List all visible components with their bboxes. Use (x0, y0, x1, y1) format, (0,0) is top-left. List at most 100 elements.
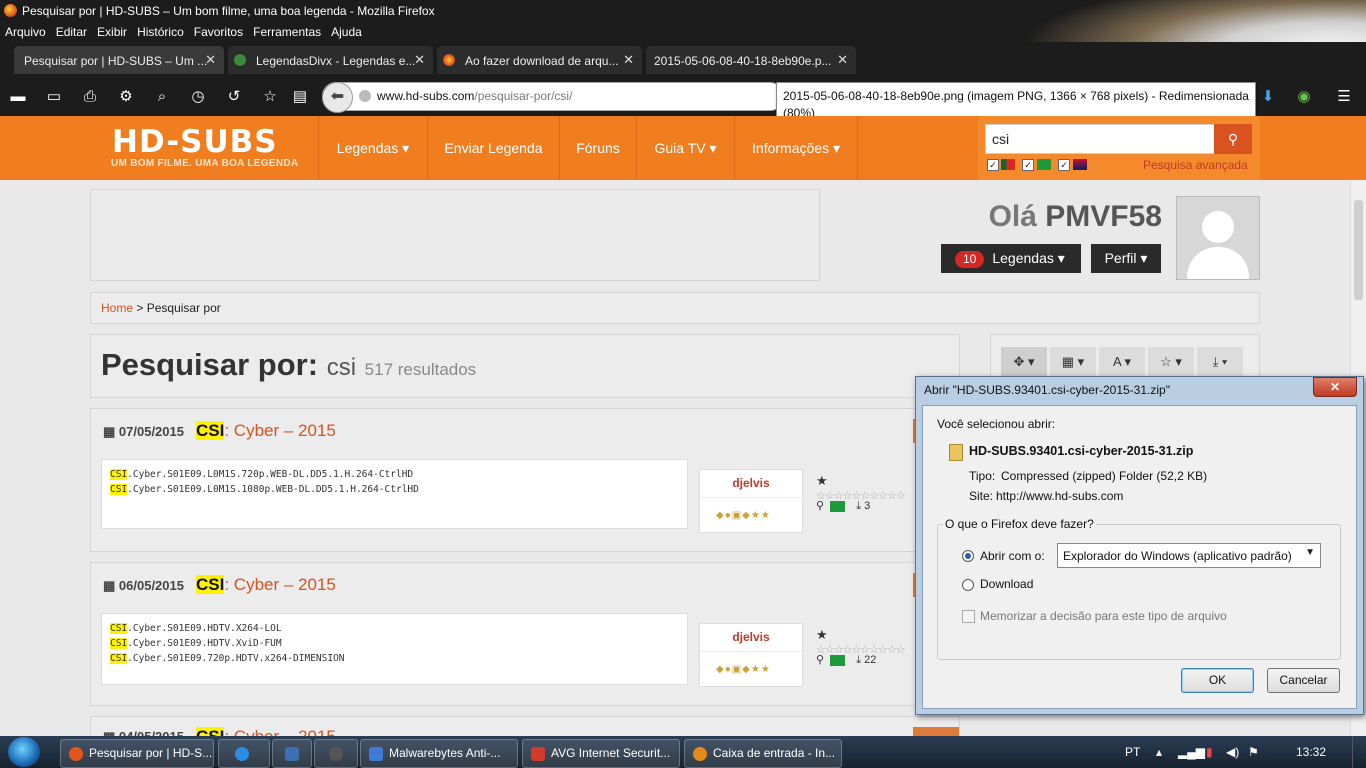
tab-download[interactable]: Ao fazer download de arqu... ✕ (437, 46, 642, 74)
release-item[interactable]: CSI.Cyber.S01E09.L0M1S.720p.WEB-DL.DD5.1… (110, 467, 679, 482)
sort-rating-tab[interactable]: ☆ ▾ (1148, 347, 1194, 377)
clock-icon[interactable]: ◷ (188, 87, 208, 107)
uploader-box: djelvis ◆●▣◆★★ (699, 623, 803, 687)
site-logo[interactable]: HD-SUBS UM BOM FILME. UMA BOA LEGENDA (108, 124, 308, 172)
close-icon[interactable]: ✕ (837, 52, 848, 68)
lang-checkbox-pt[interactable]: ✓ (987, 159, 999, 171)
addon-icon[interactable]: ◉ (1294, 87, 1314, 107)
breadcrumb-home[interactable]: Home (101, 301, 133, 315)
uploader-name[interactable]: djelvis (700, 476, 802, 490)
result-title[interactable]: CSI: Cyber – 2015 (196, 421, 336, 441)
result-card: ▦ 04/05/2015 CSI: Cyber – 2015 (90, 716, 960, 738)
medals-icons: ◆●▣◆★★ (716, 510, 771, 521)
bookmark-star-icon[interactable]: ☆ (260, 87, 280, 107)
hp-icon (329, 746, 343, 761)
battery-alert-icon[interactable]: ▮ (1206, 745, 1213, 759)
cancel-button[interactable]: Cancelar (1267, 668, 1340, 693)
taskbar-item-mailclient[interactable]: Caixa de entrada - In... (684, 739, 842, 768)
result-title[interactable]: CSI: Cyber – 2015 (196, 575, 336, 595)
sort-relevance-tab[interactable]: ✥ ▾ (1001, 347, 1047, 377)
menu-ferramentas[interactable]: Ferramentas (248, 22, 326, 39)
tab-label: 2015-05-06-08-40-18-8eb90e.p... (654, 54, 832, 68)
gear-icon[interactable]: ⚙ (116, 87, 136, 107)
tray-expand-icon[interactable]: ▴ (1156, 745, 1162, 759)
dialog-close-button[interactable]: ✕ (1313, 377, 1357, 397)
open-with-radio[interactable] (962, 550, 974, 562)
perfil-button[interactable]: Perfil ▾ (1091, 244, 1161, 273)
download-icon: ⤓ (856, 654, 862, 666)
release-item[interactable]: CSI.Cyber.S01E09.720p.HDTV.x264-DIMENSIO… (110, 651, 679, 666)
volume-icon[interactable]: ◀) (1226, 745, 1239, 759)
menu-editar[interactable]: Editar (51, 22, 92, 39)
sort-downloads-tab[interactable]: ⤓ ▾ (1197, 347, 1243, 377)
back-arrow-icon[interactable]: ⬅ (322, 82, 353, 113)
release-item[interactable]: CSI.Cyber.S01E09.HDTV.X264-LOL (110, 621, 679, 636)
taskbar-item-malwarebytes[interactable]: Malwarebytes Anti-... (360, 739, 518, 768)
nav-informacoes[interactable]: Informações ▾ (734, 116, 858, 180)
download-label[interactable]: Download (980, 577, 1033, 591)
tab-legendasdivx[interactable]: LegendasDivx - Legendas e... ✕ (228, 46, 433, 74)
legendas-button[interactable]: 10 Legendas ▾ (941, 244, 1081, 273)
tab-bar: Pesquisar por | HD-SUBS – Um ... ✕ Legen… (0, 42, 1366, 77)
taskbar-item-ie[interactable] (218, 739, 270, 768)
nav-enviar-legenda[interactable]: Enviar Legenda (427, 116, 559, 180)
open-with-select[interactable]: Explorador do Windows (aplicativo padrão… (1057, 543, 1321, 568)
menu-exibir[interactable]: Exibir (92, 22, 132, 39)
release-item[interactable]: CSI.Cyber.S01E09.L0M1S.1080p.WEB-DL.DD5.… (110, 482, 679, 497)
menu-favoritos[interactable]: Favoritos (189, 22, 248, 39)
history-icon[interactable]: ↺ (224, 87, 244, 107)
brazil-flag-icon (1037, 159, 1051, 170)
scrollbar-thumb[interactable] (1354, 200, 1363, 300)
ok-button[interactable]: OK (1181, 668, 1254, 693)
close-icon[interactable]: ✕ (414, 52, 425, 68)
taskbar-item-mail[interactable] (272, 739, 312, 768)
avatar[interactable] (1176, 196, 1260, 280)
windows-start-icon[interactable] (8, 737, 40, 767)
menu-arquivo[interactable]: Arquivo (0, 22, 51, 39)
clipboard-icon[interactable]: ▤ (290, 87, 310, 107)
advanced-search-link[interactable]: Pesquisa avançada (1143, 158, 1248, 172)
release-item[interactable]: CSI.Cyber.S01E09.HDTV.XviD-FUM (110, 636, 679, 651)
network-icon[interactable]: ▂▄▆ (1178, 745, 1205, 759)
show-desktop-button[interactable] (1352, 736, 1366, 768)
type-label: Tipo: (969, 469, 996, 483)
nav-legendas[interactable]: Legendas ▾ (318, 116, 427, 180)
download-radio[interactable] (962, 579, 974, 591)
clock[interactable]: 13:32 (1296, 745, 1326, 759)
remember-label[interactable]: Memorizar a decisão para este tipo de ar… (980, 609, 1227, 623)
remember-checkbox[interactable] (962, 610, 975, 623)
hamburger-menu-icon[interactable]: ☰ (1334, 87, 1354, 107)
mail-icon (285, 746, 299, 761)
nav-guia-tv[interactable]: Guia TV ▾ (636, 116, 734, 180)
tab-label: Pesquisar por | HD-SUBS – Um ... (24, 54, 208, 68)
search-icon[interactable]: ⌕ (152, 87, 172, 107)
taskbar-item-avg[interactable]: AVG Internet Securit... (522, 739, 680, 768)
nav-foruns[interactable]: Fóruns (559, 116, 636, 180)
address-bar[interactable]: ⬅ www.hd-subs.com/pesquisar-por/csi/ (322, 82, 784, 113)
folder-icon[interactable]: ▬ (8, 87, 28, 107)
menu-ajuda[interactable]: Ajuda (326, 22, 367, 39)
language-indicator[interactable]: PT (1125, 745, 1140, 759)
tab-pesquisar[interactable]: Pesquisar por | HD-SUBS – Um ... ✕ (14, 46, 224, 74)
close-icon[interactable]: ✕ (623, 52, 634, 68)
sort-alpha-tab[interactable]: A ▾ (1099, 347, 1145, 377)
search-value: csi (992, 131, 1010, 147)
taskbar-item-hp[interactable] (314, 739, 358, 768)
print-icon[interactable]: ⎙ (80, 87, 100, 107)
taskbar-item-firefox[interactable]: Pesquisar por | HD-S... (60, 739, 214, 768)
lang-checkbox-en[interactable]: ✓ (1058, 159, 1070, 171)
lang-checkbox-br[interactable]: ✓ (1022, 159, 1034, 171)
search-button[interactable]: ⚲ (1214, 124, 1252, 154)
menu-historico[interactable]: Histórico (132, 22, 189, 39)
flag-icon[interactable]: ⚑ (1248, 745, 1259, 759)
sort-date-tab[interactable]: ▦ ▾ (1050, 347, 1096, 377)
tab-image[interactable]: 2015-05-06-08-40-18-8eb90e.p... ✕ (646, 46, 856, 74)
window-icon[interactable]: ▭ (44, 87, 64, 107)
download-arrow-icon[interactable]: ⬇ (1258, 87, 1278, 107)
type-value: Compressed (zipped) Folder (52,2 KB) (1001, 469, 1208, 483)
close-icon[interactable]: ✕ (205, 52, 216, 68)
site-search-input[interactable]: csi (985, 124, 1215, 154)
uploader-box: djelvis ◆●▣◆★★ (699, 469, 803, 533)
uploader-name[interactable]: djelvis (700, 630, 802, 644)
open-with-label[interactable]: Abrir com o: (980, 549, 1045, 563)
